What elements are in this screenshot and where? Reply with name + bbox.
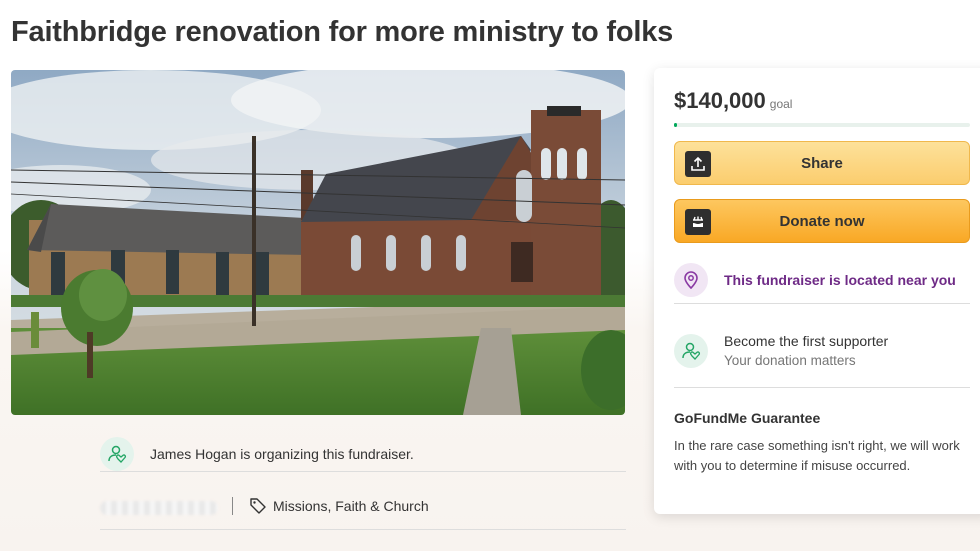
share-button[interactable]: Share [674, 141, 970, 185]
progress-fill [674, 123, 677, 127]
donation-sidebar-card: $140,000 goal Share Donate now This fund… [654, 68, 980, 514]
share-upload-icon [685, 151, 711, 177]
tag-icon [250, 497, 266, 514]
gofundme-hand-icon [685, 209, 711, 235]
fundraiser-hero-image[interactable] [11, 70, 625, 415]
category-link[interactable]: Missions, Faith & Church [249, 497, 429, 515]
category-label: Missions, Faith & Church [273, 497, 429, 514]
fundraiser-meta-row: Missions, Faith & Church [100, 482, 626, 530]
share-button-label: Share [801, 154, 843, 172]
church-photo [11, 70, 625, 415]
location-notice: This fundraiser is located near you [674, 256, 970, 304]
location-pin-icon [674, 262, 708, 297]
supporter-title: Become the first supporter [724, 333, 889, 349]
location-notice-text: This fundraiser is located near you [724, 271, 956, 288]
goal-label: goal [769, 97, 793, 111]
first-supporter-row: Become the first supporter Your donation… [674, 314, 970, 388]
supporter-subtitle: Your donation matters [724, 353, 856, 368]
guarantee-section: GoFundMe Guarantee In the rare case some… [674, 410, 970, 476]
goal-amount: $140,000 [674, 88, 766, 113]
donate-button[interactable]: Donate now [674, 199, 970, 243]
page-title: Faithbridge renovation for more ministry… [11, 16, 674, 48]
person-heart-icon [100, 436, 134, 471]
progress-bar [674, 123, 970, 127]
person-heart-icon [674, 333, 708, 368]
guarantee-title[interactable]: GoFundMe Guarantee [674, 410, 970, 426]
organizer-row: James Hogan is organizing this fundraise… [100, 436, 626, 472]
organizer-text: James Hogan is organizing this fundraise… [150, 445, 414, 462]
goal-line: $140,000 goal [674, 88, 792, 114]
meta-divider [232, 496, 233, 515]
donate-button-label: Donate now [779, 212, 865, 230]
guarantee-body: In the rare case something isn't right, … [674, 438, 960, 473]
created-date-redacted [100, 500, 218, 515]
